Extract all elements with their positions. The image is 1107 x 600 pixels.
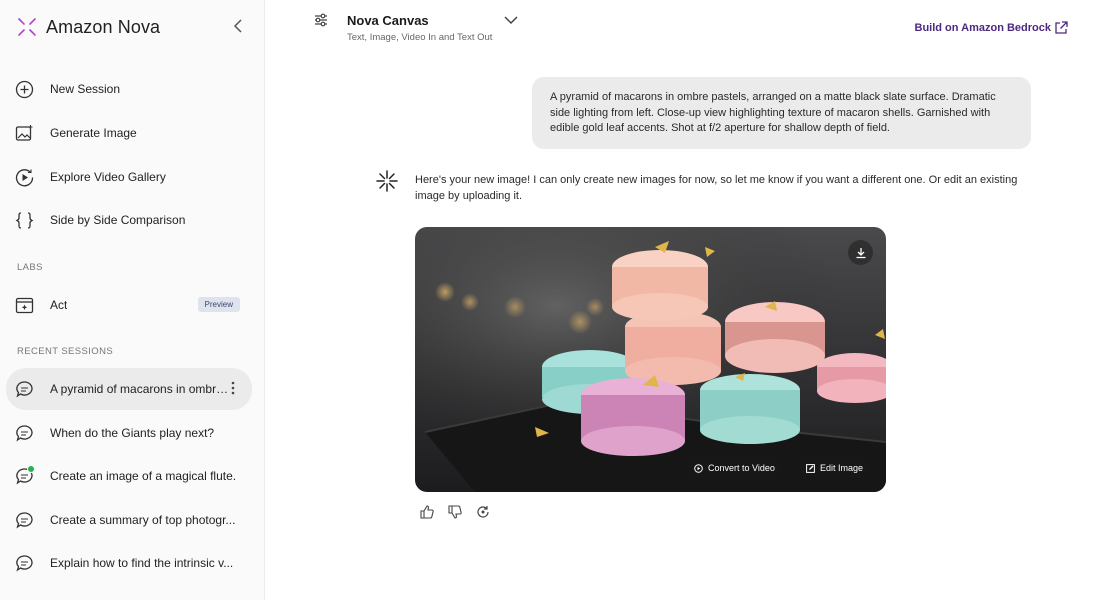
sidebar-item-label: Create a summary of top photogr...: [50, 513, 236, 527]
chat-bubble-icon: [14, 553, 34, 573]
chat-bubble-icon: [14, 465, 35, 486]
recent-session-item[interactable]: When do the Giants play next?: [6, 413, 252, 453]
sidebar-item-explore-video-gallery[interactable]: Explore Video Gallery: [6, 157, 252, 197]
plus-circle-icon: [14, 79, 34, 99]
recent-session-item[interactable]: Create a summary of top photogr...: [6, 500, 252, 540]
chevron-left-icon: [233, 19, 242, 33]
collapse-sidebar-button[interactable]: [229, 17, 247, 35]
chat-bubble-icon: [14, 510, 34, 530]
sliders-icon[interactable]: [313, 12, 331, 30]
chevron-down-icon[interactable]: [503, 12, 521, 30]
sidebar-item-label: Explore Video Gallery: [50, 170, 166, 184]
brand[interactable]: Amazon Nova: [14, 12, 160, 42]
browser-window-icon: [14, 295, 34, 315]
thumbs-up-icon[interactable]: [418, 503, 436, 521]
recent-sessions-label: RECENT SESSIONS: [17, 346, 114, 357]
sidebar-item-label: Act: [50, 298, 68, 312]
preview-badge: Preview: [197, 297, 240, 312]
sidebar-item-label: Generate Image: [50, 126, 137, 140]
curly-braces-icon: [14, 210, 34, 230]
labs-section-label: LABS: [17, 262, 43, 273]
edit-image-label: Edit Image: [820, 463, 864, 473]
more-options-icon[interactable]: [226, 378, 240, 398]
user-message: A pyramid of macarons in ombre pastels, …: [532, 77, 1031, 149]
play-circle-icon: [14, 167, 34, 187]
image-sparkle-icon: [14, 123, 34, 143]
sidebar-item-act[interactable]: Act Preview: [6, 285, 252, 325]
brand-name: Amazon Nova: [46, 16, 161, 37]
sidebar-item-label: A pyramid of macarons in ombre p...: [50, 382, 230, 396]
notification-dot: [27, 465, 35, 473]
build-on-bedrock-link[interactable]: Build on Amazon Bedrock: [915, 22, 1052, 34]
chat-bubble-icon: [14, 379, 34, 399]
sidebar-item-label: Explain how to find the intrinsic v...: [50, 556, 234, 570]
nova-assistant-icon: [376, 170, 398, 192]
header: Nova Canvas Text, Image, Video In and Te…: [265, 0, 1107, 52]
convert-to-video-button[interactable]: Convert to Video: [687, 458, 781, 478]
sidebar-item-label: When do the Giants play next?: [50, 426, 215, 440]
edit-icon: [805, 463, 816, 474]
recent-session-item[interactable]: A pyramid of macarons in ombre p...: [6, 368, 252, 410]
model-subtitle: Text, Image, Video In and Text Out: [347, 32, 493, 43]
regenerate-icon[interactable]: [474, 503, 492, 521]
download-image-button[interactable]: [848, 240, 873, 265]
play-circle-icon: [693, 463, 704, 474]
assistant-message: Here's your new image! I can only create…: [415, 174, 1018, 202]
thumbs-down-icon[interactable]: [446, 503, 464, 521]
macaron-image-illustration: [415, 227, 886, 492]
sidebar-item-new-session[interactable]: New Session: [6, 69, 252, 109]
external-link-icon[interactable]: [1054, 21, 1068, 35]
sidebar-item-label: Side by Side Comparison: [50, 213, 186, 227]
chat-bubble-icon: [14, 423, 34, 443]
model-name[interactable]: Nova Canvas: [347, 13, 429, 28]
sidebar-item-label: Create an image of a magical flute.: [50, 469, 237, 483]
recent-session-item[interactable]: Create an image of a magical flute.: [6, 456, 252, 496]
generated-image[interactable]: Convert to Video Edit Image: [415, 227, 886, 492]
sidebar-item-label: New Session: [50, 82, 121, 96]
nova-star-logo: [14, 14, 40, 40]
sidebar-item-generate-image[interactable]: Generate Image: [6, 113, 252, 153]
recent-session-item[interactable]: Explain how to find the intrinsic v...: [6, 543, 252, 583]
download-icon: [856, 247, 865, 258]
convert-to-video-label: Convert to Video: [708, 463, 775, 473]
edit-image-button[interactable]: Edit Image: [799, 458, 870, 478]
sidebar-item-side-by-side[interactable]: Side by Side Comparison: [6, 200, 252, 240]
sidebar: Amazon Nova New Session Generate Image E…: [0, 0, 265, 600]
